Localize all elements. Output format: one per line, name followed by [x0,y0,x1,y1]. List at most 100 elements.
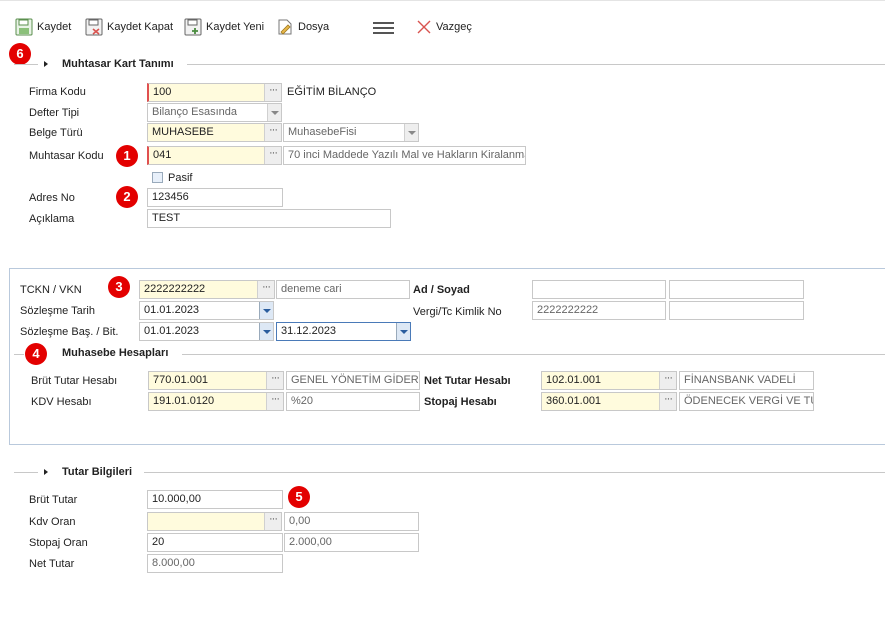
stopaj-tutar-value: 2.000,00 [284,533,419,552]
stopaj-hesap-label: Stopaj Hesabı [424,396,497,408]
calendar-dropdown-icon[interactable] [259,323,273,340]
vergi-label: Vergi/Tc Kimlik No [413,306,502,318]
save-new-icon [184,18,202,36]
sozlesme-tarih-label: Sözleşme Tarih [20,305,95,317]
kdv-hesap-name: %20 [286,392,420,411]
brut-hesap-input[interactable]: 770.01.001 ··· [148,371,284,390]
step-badge-3: 3 [108,276,130,298]
kdv-oran-input[interactable]: ··· [147,512,282,531]
net-tutar-value: 8.000,00 [147,554,283,573]
kdv-hesap-label: KDV Hesabı [31,396,92,408]
collapse-arrow-icon[interactable] [44,61,48,67]
step-badge-4: 4 [25,343,47,365]
step-badge-2: 2 [116,186,138,208]
cancel-button[interactable]: Vazgeç [416,17,472,37]
pasif-label: Pasif [168,172,193,184]
lookup-button[interactable]: ··· [659,372,676,389]
lookup-button[interactable]: ··· [659,393,676,410]
lookup-button[interactable]: ··· [264,147,281,164]
save-label: Kaydet [37,21,72,33]
muhtasar-kodu-input[interactable]: 041 ··· [147,146,282,165]
section-divider [144,472,885,473]
muhtasar-description: 70 inci Maddede Yazılı Mal ve Hakların K… [283,146,526,165]
chevron-down-icon[interactable] [267,104,281,121]
tckn-name: deneme cari [276,280,410,299]
brut-tutar-input[interactable]: 10.000,00 [147,490,283,509]
ad-input[interactable] [532,280,666,299]
stopaj-oran-input[interactable]: 20 [147,533,283,552]
belge-turu-sub-select[interactable]: MuhasebeFisi [283,123,419,142]
belge-turu-input[interactable]: MUHASEBE ··· [147,123,282,142]
bas-bit-label: Sözleşme Baş. / Bit. [20,326,119,338]
ad-soyad-label: Ad / Soyad [413,284,470,296]
aciklama-input[interactable]: TEST [147,209,391,228]
collapse-arrow-icon[interactable] [44,469,48,475]
step-badge-6: 6 [9,43,31,65]
save-close-label: Kaydet Kapat [107,21,174,33]
section-title-tutar: Tutar Bilgileri [62,466,133,478]
section-title-muhtasar: Muhtasar Kart Tanımı [62,58,174,70]
brut-tutar-label: Brüt Tutar [29,494,78,506]
firma-kodu-input[interactable]: 100 ··· [147,83,282,102]
lookup-button[interactable]: ··· [264,124,281,141]
vergi-extra-input[interactable] [669,301,804,320]
stopaj-hesap-name: ÖDENECEK VERGİ VE TUTA [679,392,814,411]
calendar-dropdown-icon[interactable] [396,323,410,340]
save-new-button[interactable]: Kaydet Yeni [184,17,264,37]
baslangic-date-input[interactable]: 01.01.2023 [139,322,274,341]
save-close-icon [85,18,103,36]
menu-button[interactable] [373,18,399,38]
kdv-hesap-input[interactable]: 191.01.0120 ··· [148,392,284,411]
lookup-button[interactable]: ··· [266,393,283,410]
cancel-label: Vazgeç [436,21,472,33]
section-divider [14,472,38,473]
defter-tipi-select[interactable]: Bilanço Esasında [147,103,282,122]
menu-icon [373,22,394,34]
tckn-input[interactable]: 2222222222 ··· [139,280,275,299]
step-badge-1: 1 [116,145,138,167]
firma-name: EĞİTİM BİLANÇO [287,86,377,98]
brut-hesap-label: Brüt Tutar Hesabı [31,375,118,387]
lookup-button[interactable]: ··· [257,281,274,298]
pasif-checkbox[interactable] [152,172,163,183]
save-icon [15,18,33,36]
lookup-button[interactable]: ··· [266,372,283,389]
section-divider [14,354,24,355]
save-new-label: Kaydet Yeni [206,21,265,33]
adres-no-input[interactable]: 123456 [147,188,283,207]
section-divider [187,64,885,65]
chevron-down-icon[interactable] [404,124,418,141]
kdv-oran-label: Kdv Oran [29,516,76,528]
step-badge-5: 5 [288,486,310,508]
net-hesap-name: FİNANSBANK VADELİ [679,371,814,390]
save-button[interactable]: Kaydet [15,17,71,37]
section-divider [14,64,38,65]
stopaj-oran-label: Stopaj Oran [29,537,88,549]
calendar-dropdown-icon[interactable] [259,302,273,319]
save-close-button[interactable]: Kaydet Kapat [85,17,173,37]
section-title-muhasebe: Muhasebe Hesapları [62,347,169,359]
tckn-label: TCKN / VKN [20,284,82,296]
soyad-input[interactable] [669,280,804,299]
file-label: Dosya [298,21,330,33]
firma-kodu-label: Firma Kodu [29,86,86,98]
file-icon [278,19,292,35]
aciklama-label: Açıklama [29,213,75,225]
net-hesap-label: Net Tutar Hesabı [424,375,511,387]
kdv-oran-value: 0,00 [284,512,419,531]
lookup-button[interactable]: ··· [264,84,281,101]
close-icon [417,20,431,34]
adres-no-label: Adres No [29,192,75,204]
toolbar: Kaydet Kaydet Kapat Kaydet Yeni Dosya Va… [0,0,885,50]
net-hesap-input[interactable]: 102.01.001 ··· [541,371,677,390]
defter-tipi-label: Defter Tipi [29,107,80,119]
brut-hesap-name: GENEL YÖNETİM GİDERLE [286,371,420,390]
muhtasar-kodu-label: Muhtasar Kodu [29,150,104,162]
lookup-button[interactable]: ··· [264,513,281,530]
vergi-input[interactable]: 2222222222 [532,301,666,320]
bitis-date-input[interactable]: 31.12.2023 [276,322,411,341]
section-divider [182,354,885,355]
file-button[interactable]: Dosya [276,17,329,37]
sozlesme-tarih-input[interactable]: 01.01.2023 [139,301,274,320]
stopaj-hesap-input[interactable]: 360.01.001 ··· [541,392,677,411]
